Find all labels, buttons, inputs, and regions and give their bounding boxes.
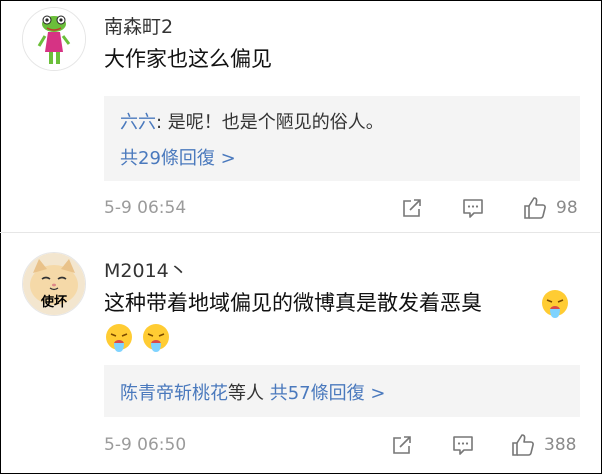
like-button[interactable]: 388 xyxy=(510,432,576,458)
share-icon xyxy=(393,436,411,454)
hot-face-emoji-icon xyxy=(143,324,169,352)
reply-author-link[interactable]: 六六 xyxy=(120,112,156,133)
like-count: 388 xyxy=(544,435,577,455)
reply-preview-box[interactable]: 六六: 是呢！也是个陋见的俗人。 共29條回復 > xyxy=(104,96,580,181)
hot-face-emoji-icon xyxy=(542,290,568,318)
thumbs-up-icon xyxy=(512,434,534,456)
more-replies-link[interactable]: 共29條回復 > xyxy=(120,144,236,170)
like-count: 98 xyxy=(556,198,578,218)
avatar-label: 使坏 xyxy=(40,295,67,310)
reply-line: 六六: 是呢！也是个陋见的俗人。 xyxy=(120,108,384,134)
comment-icon xyxy=(453,436,473,455)
comment-timestamp: 5-9 06:50 xyxy=(104,435,187,455)
reply-line: 陈青帝斩桃花等人 共57條回復 > xyxy=(120,379,385,405)
more-replies-link[interactable]: 共57條回復 > xyxy=(270,383,386,404)
reply-preview-box[interactable]: 陈青帝斩桃花等人 共57條回復 > xyxy=(104,365,580,417)
share-button[interactable] xyxy=(400,196,424,220)
share-icon xyxy=(403,199,421,217)
share-button[interactable] xyxy=(390,433,414,457)
reply-author-link[interactable]: 陈青帝斩桃花 xyxy=(120,383,228,404)
hot-face-emoji-icon xyxy=(106,324,132,352)
comment-icon xyxy=(463,199,483,218)
avatar-cat[interactable]: 使坏 xyxy=(22,252,86,316)
comment-username[interactable]: M2014丶 xyxy=(104,256,188,283)
comment-username[interactable]: 南森町2 xyxy=(104,12,173,39)
comment-button[interactable] xyxy=(451,433,475,457)
reply-text: 是呢！也是个陋见的俗人。 xyxy=(167,112,384,133)
comment-text: 大作家也这么偏见 xyxy=(104,47,272,71)
avatar-frog[interactable] xyxy=(22,7,86,71)
comment-timestamp: 5-9 06:54 xyxy=(104,198,187,218)
comment-button[interactable] xyxy=(461,196,485,220)
comment-divider xyxy=(0,232,600,233)
like-button[interactable]: 98 xyxy=(522,195,578,221)
reply-separator: : xyxy=(156,112,168,133)
frog-avatar-icon xyxy=(23,8,85,70)
comment-text: 这种带着地域偏见的微博真是散发着恶臭 xyxy=(104,291,482,315)
thumbs-up-icon xyxy=(524,197,546,219)
reply-suffix: 等人 xyxy=(228,383,264,404)
